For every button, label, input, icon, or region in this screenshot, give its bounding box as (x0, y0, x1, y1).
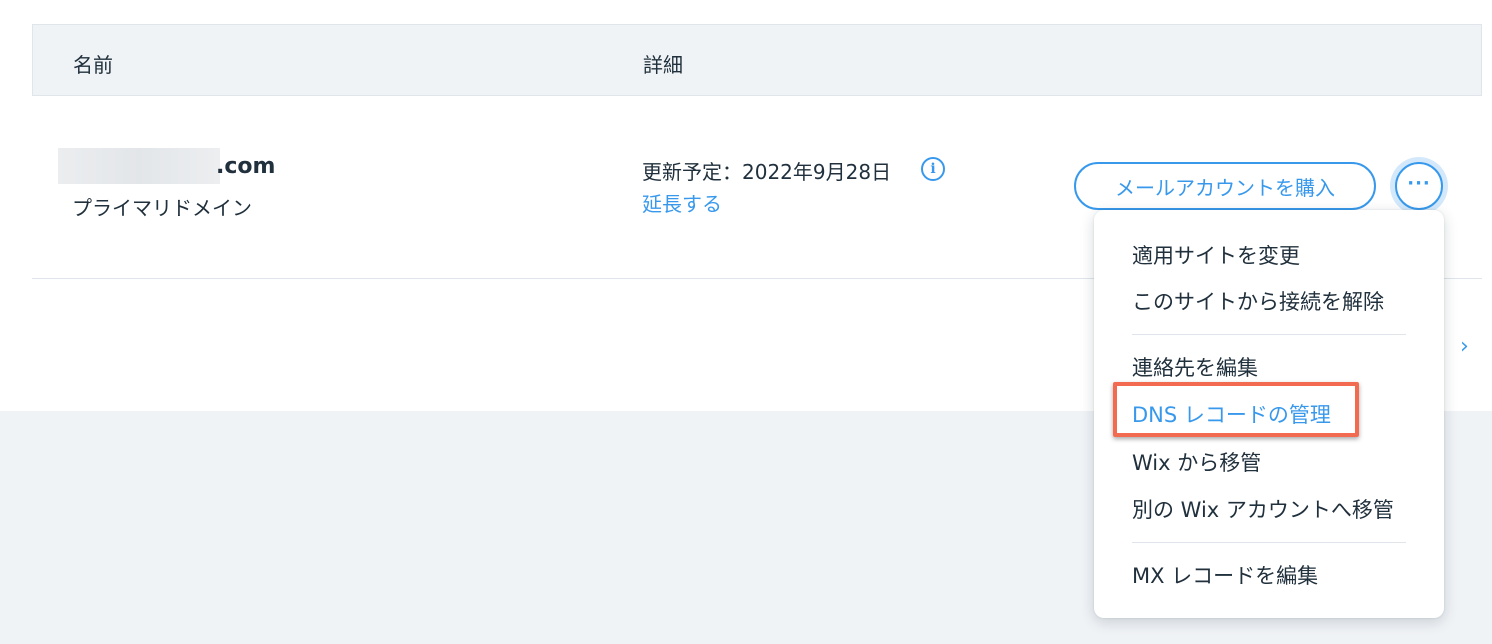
menu-item-transfer-away[interactable]: Wix から移管 (1132, 447, 1261, 477)
menu-item-manage-dns[interactable]: DNS レコードの管理 (1132, 399, 1331, 429)
menu-item-edit-mx[interactable]: MX レコードを編集 (1132, 560, 1318, 590)
menu-item-transfer-account[interactable]: 別の Wix アカウントへ移管 (1132, 494, 1394, 524)
domain-name-suffix: .com (216, 154, 276, 179)
menu-item-change-site[interactable]: 適用サイトを変更 (1132, 240, 1300, 270)
extend-link[interactable]: 延長する (642, 188, 722, 217)
info-icon[interactable]: i (921, 157, 945, 181)
more-actions-button[interactable]: ··· (1390, 157, 1448, 215)
domain-name-redacted (58, 148, 220, 184)
menu-item-edit-contacts[interactable]: 連絡先を編集 (1132, 352, 1258, 382)
more-actions-menu: 適用サイトを変更 このサイトから接続を解除 連絡先を編集 DNS レコードの管理… (1094, 210, 1444, 618)
renewal-date: 更新予定：2022年9月28日 (642, 160, 892, 184)
buy-mail-account-label: メールアカウントを購入 (1115, 175, 1335, 200)
buy-mail-account-button[interactable]: メールアカウントを購入 (1074, 162, 1376, 210)
menu-divider (1132, 542, 1406, 543)
column-header-details: 詳細 (643, 53, 683, 77)
domain-type-label: プライマリドメイン (72, 196, 252, 220)
chevron-right-icon[interactable]: › (1460, 334, 1469, 359)
column-header-name: 名前 (73, 53, 113, 77)
menu-divider (1132, 334, 1406, 335)
more-icon: ··· (1395, 162, 1443, 210)
table-header: 名前 詳細 (32, 24, 1482, 96)
menu-item-disconnect-site[interactable]: このサイトから接続を解除 (1132, 286, 1384, 316)
